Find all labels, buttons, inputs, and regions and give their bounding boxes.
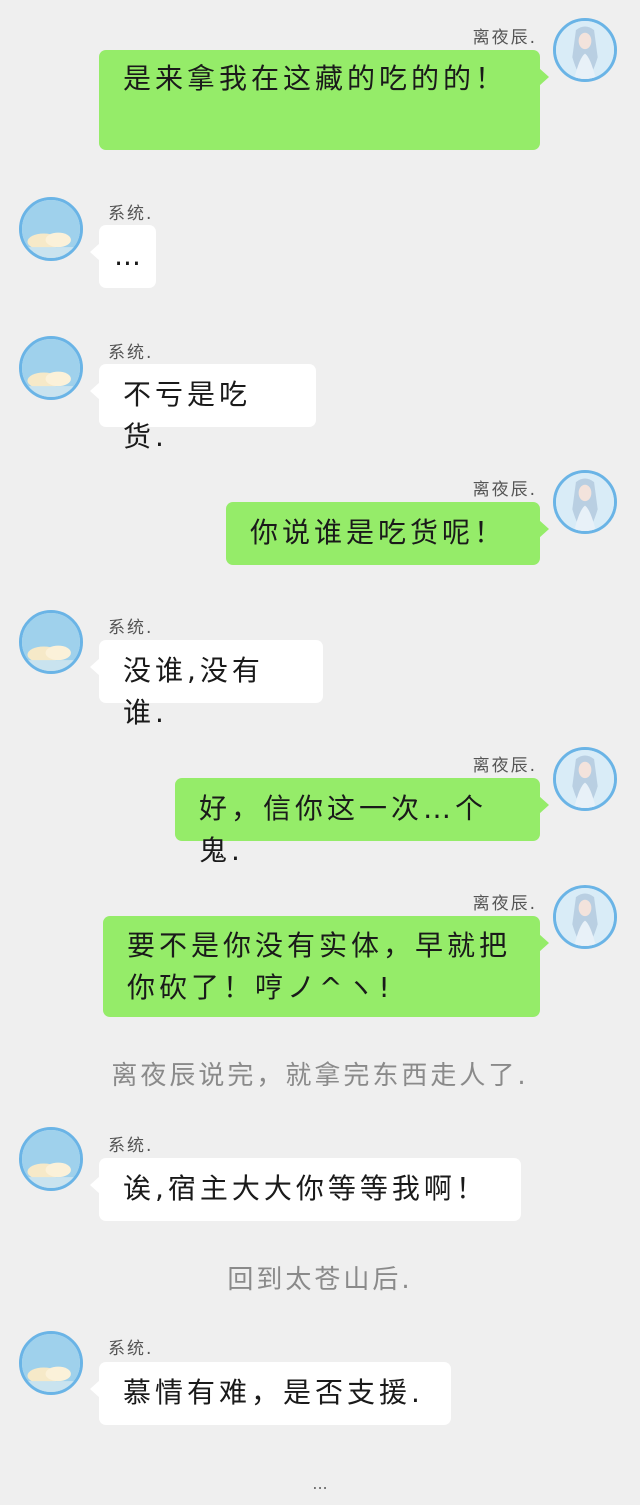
long-haired-character-avatar-icon bbox=[556, 473, 614, 531]
system-avatar[interactable] bbox=[19, 610, 83, 674]
system-message-bubble[interactable]: 诶,宿主大大你等等我啊！ bbox=[90, 1158, 521, 1221]
long-haired-character-avatar-icon bbox=[556, 750, 614, 808]
sender-name: 系统. bbox=[108, 343, 154, 363]
hero-message-bubble[interactable]: 好，信你这一次…个鬼. bbox=[175, 778, 549, 867]
system-message-bubble[interactable]: ... bbox=[90, 225, 156, 288]
long-haired-character-avatar-icon bbox=[556, 888, 614, 946]
sender-name: 离夜辰. bbox=[472, 28, 537, 48]
system-avatar[interactable] bbox=[19, 1127, 83, 1191]
system-avatar[interactable] bbox=[19, 1331, 83, 1395]
system-avatar[interactable] bbox=[19, 197, 83, 261]
long-haired-character-avatar-icon bbox=[556, 21, 614, 79]
hero-avatar[interactable] bbox=[553, 747, 617, 811]
cloud-sky-avatar-icon bbox=[22, 613, 80, 671]
hero-message-bubble[interactable]: 是来拿我在这藏的吃的的！ bbox=[99, 50, 549, 150]
narration-text: 回到太苍山后. bbox=[227, 1265, 413, 1295]
hero-message-bubble[interactable]: 你说谁是吃货呢！ bbox=[226, 502, 549, 565]
sender-name: 系统. bbox=[108, 1339, 154, 1359]
cloud-sky-avatar-icon bbox=[22, 1334, 80, 1392]
system-avatar[interactable] bbox=[19, 336, 83, 400]
system-message-bubble[interactable]: 没谁,没有谁. bbox=[90, 640, 323, 729]
cloud-sky-avatar-icon bbox=[22, 1130, 80, 1188]
narration-text: 离夜辰说完，就拿完东西走人了. bbox=[111, 1061, 529, 1091]
cloud-sky-avatar-icon bbox=[22, 339, 80, 397]
hero-message-bubble[interactable]: 要不是你没有实体，早就把你砍了！哼ノ^ヽ! bbox=[103, 916, 549, 1017]
cloud-sky-avatar-icon bbox=[22, 200, 80, 258]
sender-name: 离夜辰. bbox=[472, 756, 537, 776]
sender-name: 离夜辰. bbox=[472, 480, 537, 500]
hero-avatar[interactable] bbox=[553, 18, 617, 82]
system-message-bubble[interactable]: 慕情有难，是否支援. bbox=[90, 1362, 451, 1425]
sender-name: 系统. bbox=[108, 204, 154, 224]
sender-name: 离夜辰. bbox=[472, 894, 537, 914]
hero-avatar[interactable] bbox=[553, 470, 617, 534]
hero-avatar[interactable] bbox=[553, 885, 617, 949]
sender-name: 系统. bbox=[108, 618, 154, 638]
ending-ellipsis: ... bbox=[312, 1474, 328, 1493]
sender-name: 系统. bbox=[108, 1136, 154, 1156]
system-message-bubble[interactable]: 不亏是吃货. bbox=[90, 364, 316, 453]
